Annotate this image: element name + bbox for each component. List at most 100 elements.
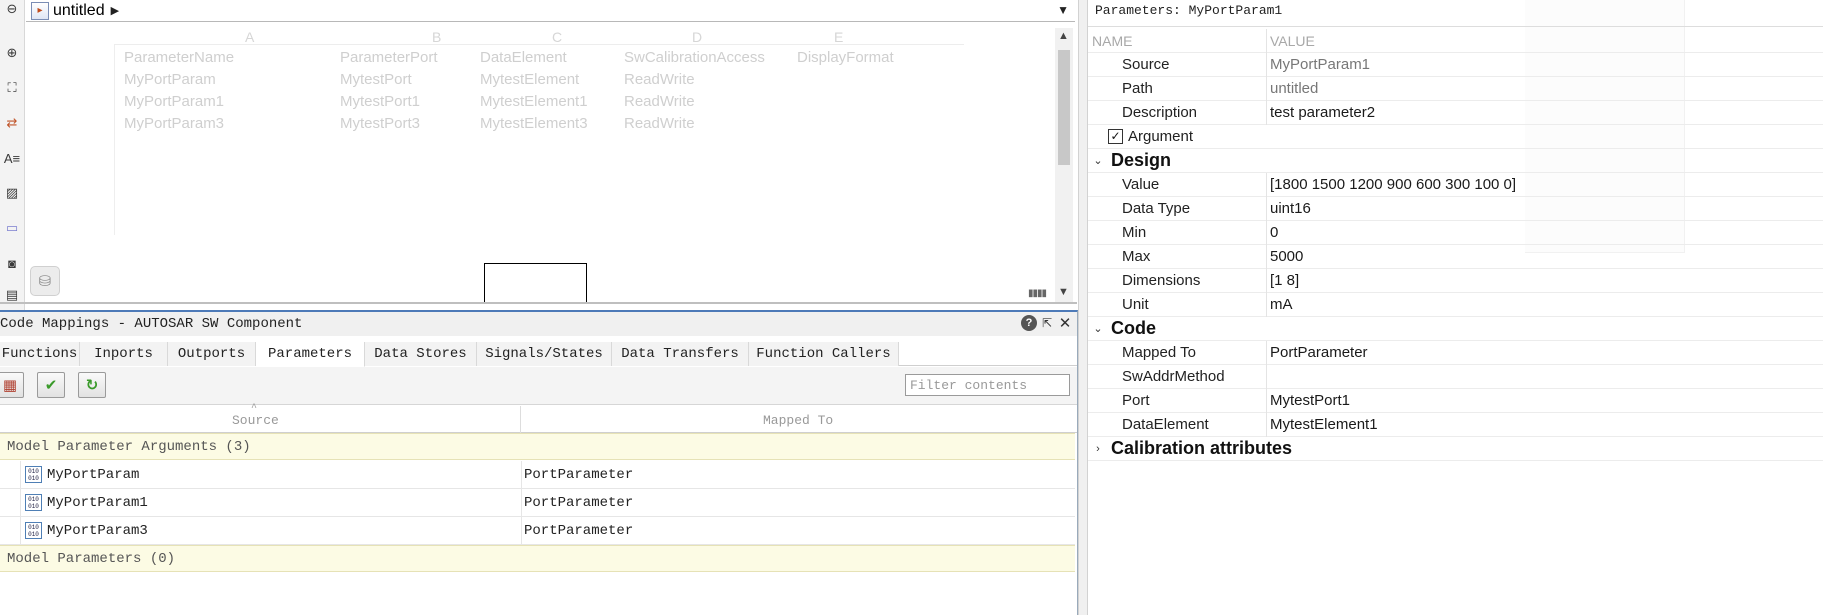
port-field[interactable]: MytestPort1 bbox=[1270, 389, 1350, 412]
tab-signals-states[interactable]: Signals/States bbox=[477, 342, 612, 366]
property-row-unit[interactable]: Unit mA bbox=[1088, 293, 1823, 317]
chevron-right-icon[interactable]: › bbox=[1091, 443, 1105, 455]
dimensions-field[interactable]: [1 8] bbox=[1270, 269, 1299, 292]
property-row-data-element[interactable]: DataElement MytestElement1 bbox=[1088, 413, 1823, 437]
canvas-vertical-scrollbar[interactable]: ▲ ▼ bbox=[1055, 28, 1073, 302]
chevron-down-icon[interactable]: ⌄ bbox=[1091, 154, 1105, 167]
property-row-path: Path untitled bbox=[1088, 77, 1823, 101]
data-type-field[interactable]: uint16 bbox=[1270, 197, 1311, 220]
property-row-swaddrmethod[interactable]: SwAddrMethod bbox=[1088, 365, 1823, 389]
ghost-cell: MytestElement3 bbox=[480, 115, 588, 132]
configure-table-button[interactable]: ▦ bbox=[0, 372, 24, 398]
ghost-cell: MytestPort3 bbox=[340, 115, 421, 132]
ghost-col-letter: A bbox=[245, 29, 255, 45]
resize-grip-icon[interactable]: ▮▮▮▮ bbox=[1028, 288, 1047, 299]
min-field[interactable]: 0 bbox=[1270, 221, 1278, 244]
source-name: MyPortParam bbox=[47, 466, 140, 483]
property-label: Mapped To bbox=[1122, 344, 1196, 361]
section-code[interactable]: ⌄ Code bbox=[1088, 317, 1823, 341]
data-dictionary-button[interactable]: ⛁ bbox=[30, 266, 60, 296]
column-header-source[interactable]: Source bbox=[232, 413, 279, 428]
camera-icon[interactable]: ◙ bbox=[3, 254, 21, 272]
tab-outports[interactable]: Outports bbox=[168, 342, 256, 366]
panel-splitter[interactable] bbox=[1078, 0, 1088, 615]
property-value: MyPortParam1 bbox=[1270, 56, 1371, 73]
property-row-mapped-to[interactable]: Mapped To PortParameter bbox=[1088, 341, 1823, 365]
tab-functions[interactable]: Functions bbox=[0, 342, 80, 366]
breadcrumb-dropdown-icon[interactable]: ▼ bbox=[1057, 3, 1069, 17]
chevron-down-icon[interactable]: ⌄ bbox=[1091, 322, 1105, 335]
ghost-cell: ReadWrite bbox=[624, 115, 695, 132]
tab-inports[interactable]: Inports bbox=[80, 342, 168, 366]
mapped-to-cell[interactable]: PortParameter bbox=[521, 461, 633, 488]
property-label: Description bbox=[1122, 104, 1198, 121]
description-field[interactable]: test parameter2 bbox=[1270, 101, 1375, 124]
model-block[interactable] bbox=[484, 263, 587, 303]
area-icon[interactable]: ▭ bbox=[3, 219, 21, 237]
value-field[interactable]: [1800 1500 1200 900 600 300 100 0] bbox=[1270, 173, 1516, 196]
column-separator bbox=[1266, 293, 1267, 317]
argument-checkbox[interactable]: ✓ bbox=[1108, 129, 1123, 144]
close-icon[interactable]: ✕ bbox=[1057, 315, 1073, 332]
fit-to-view-icon[interactable]: ⛶ bbox=[3, 79, 21, 97]
tab-parameters[interactable]: Parameters bbox=[256, 342, 365, 367]
property-row-dimensions[interactable]: Dimensions [1 8] bbox=[1088, 269, 1823, 293]
max-field[interactable]: 5000 bbox=[1270, 245, 1303, 268]
ghost-cell: DisplayFormat bbox=[797, 49, 894, 66]
scroll-down-icon[interactable]: ▼ bbox=[1058, 286, 1069, 298]
back-icon[interactable]: ⊖ bbox=[3, 0, 21, 18]
property-row-min[interactable]: Min 0 bbox=[1088, 221, 1823, 245]
signal-line-icon[interactable]: ⇄ bbox=[3, 114, 21, 132]
table-row[interactable]: 010 010 MyPortParam3 PortParameter bbox=[0, 517, 1075, 545]
column-separator[interactable] bbox=[1266, 29, 1267, 53]
section-design[interactable]: ⌄ Design bbox=[1088, 149, 1823, 173]
group-row-model-parameter-arguments[interactable]: Model Parameter Arguments (3) bbox=[0, 433, 1075, 460]
zoom-icon[interactable]: ⊕ bbox=[3, 44, 21, 62]
ghost-cell: MytestElement1 bbox=[480, 93, 588, 110]
tab-data-transfers[interactable]: Data Transfers bbox=[612, 342, 749, 366]
mappings-table: ^ Source Mapped To Model Parameter Argum… bbox=[0, 403, 1077, 615]
property-row-data-type[interactable]: Data Type uint16 bbox=[1088, 197, 1823, 221]
help-icon[interactable]: ? bbox=[1021, 315, 1037, 331]
tab-data-stores[interactable]: Data Stores bbox=[365, 342, 477, 366]
scroll-thumb[interactable] bbox=[1058, 50, 1070, 165]
ghost-row: ParameterName ParameterPort DataElement … bbox=[114, 49, 974, 71]
filter-input[interactable] bbox=[905, 374, 1070, 396]
property-row-port[interactable]: Port MytestPort1 bbox=[1088, 389, 1823, 413]
breadcrumb-model-name[interactable]: untitled bbox=[53, 2, 105, 20]
scroll-up-icon[interactable]: ▲ bbox=[1058, 30, 1069, 42]
ghost-cell: DataElement bbox=[480, 49, 567, 66]
ghost-cell: MytestPort1 bbox=[340, 93, 421, 110]
tab-function-callers[interactable]: Function Callers bbox=[749, 342, 899, 366]
property-label: Min bbox=[1122, 224, 1147, 241]
validate-button[interactable]: ✔ bbox=[37, 372, 65, 398]
property-row-source: Source MyPortParam1 bbox=[1088, 53, 1823, 77]
table-row[interactable]: 010 010 MyPortParam PortParameter bbox=[0, 461, 1075, 489]
undock-icon[interactable]: ⇱ bbox=[1039, 315, 1055, 331]
mapped-to-cell[interactable]: PortParameter bbox=[521, 489, 633, 516]
mapped-to-cell[interactable]: PortParameter bbox=[521, 517, 633, 544]
breadcrumb-arrow-icon[interactable]: ▶ bbox=[111, 4, 119, 17]
ghost-cell: SwCalibrationAccess bbox=[624, 49, 765, 66]
refresh-button[interactable]: ↻ bbox=[78, 372, 106, 398]
image-icon[interactable]: ▨ bbox=[3, 184, 21, 202]
column-separator bbox=[1266, 365, 1267, 389]
section-calibration-attributes[interactable]: › Calibration attributes bbox=[1088, 437, 1823, 461]
annotation-icon[interactable]: A≡ bbox=[3, 149, 21, 167]
column-separator[interactable] bbox=[520, 406, 521, 433]
model-canvas[interactable]: A B C D E ParameterName ParameterPort Da… bbox=[26, 23, 1075, 302]
data-element-field[interactable]: MytestElement1 bbox=[1270, 413, 1378, 436]
table-row[interactable]: 010 010 MyPortParam1 PortParameter bbox=[0, 489, 1075, 517]
parameter-icon: 010 010 bbox=[25, 522, 42, 539]
property-row-max[interactable]: Max 5000 bbox=[1088, 245, 1823, 269]
unit-field[interactable]: mA bbox=[1270, 293, 1293, 316]
property-row-value[interactable]: Value [1800 1500 1200 900 600 300 100 0] bbox=[1088, 173, 1823, 197]
mapped-to-field[interactable]: PortParameter bbox=[1270, 341, 1368, 364]
property-value: untitled bbox=[1270, 80, 1319, 97]
column-header-mapped-to[interactable]: Mapped To bbox=[763, 413, 833, 428]
property-row-description[interactable]: Description test parameter2 bbox=[1088, 101, 1823, 125]
ghost-col-letter: E bbox=[834, 29, 844, 45]
ghost-column-letters: A B C D E bbox=[114, 29, 964, 45]
group-row-model-parameters[interactable]: Model Parameters (0) bbox=[0, 545, 1075, 572]
code-mappings-titlebar: Code Mappings - AUTOSAR SW Component ? ⇱… bbox=[0, 312, 1077, 336]
